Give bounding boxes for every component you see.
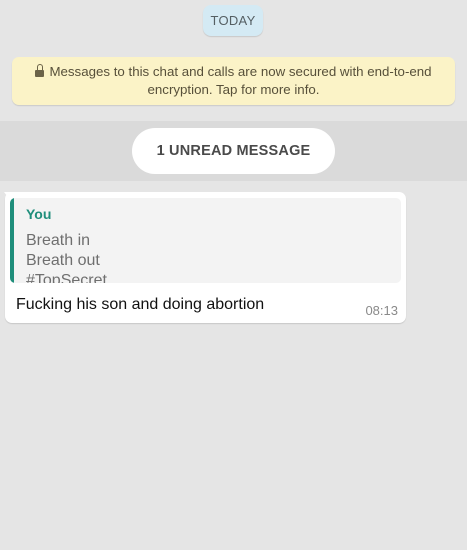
date-divider: TODAY (203, 5, 263, 36)
quoted-message[interactable]: You Breath in Breath out #TopSecret… (10, 198, 401, 283)
encryption-notice-text: Messages to this chat and calls are now … (24, 63, 443, 99)
quote-accent-bar (10, 198, 14, 283)
incoming-message-bubble[interactable]: You Breath in Breath out #TopSecret… Fuc… (4, 192, 406, 323)
quote-line: #TopSecret… (26, 272, 123, 283)
message-text: Fucking his son and doing abortion (16, 296, 265, 313)
quote-author: You (26, 206, 52, 222)
unread-label: 1 UNREAD MESSAGE (156, 143, 311, 159)
date-label: TODAY (210, 13, 256, 28)
quote-line: Breath out (26, 252, 100, 269)
encryption-notice-label: Messages to this chat and calls are now … (49, 64, 432, 97)
quote-line: Breath in (26, 232, 91, 249)
encryption-notice[interactable]: Messages to this chat and calls are now … (12, 57, 455, 105)
lock-icon (35, 64, 45, 77)
message-timestamp: 08:13 (365, 303, 398, 318)
unread-count-badge: 1 UNREAD MESSAGE (132, 128, 335, 174)
